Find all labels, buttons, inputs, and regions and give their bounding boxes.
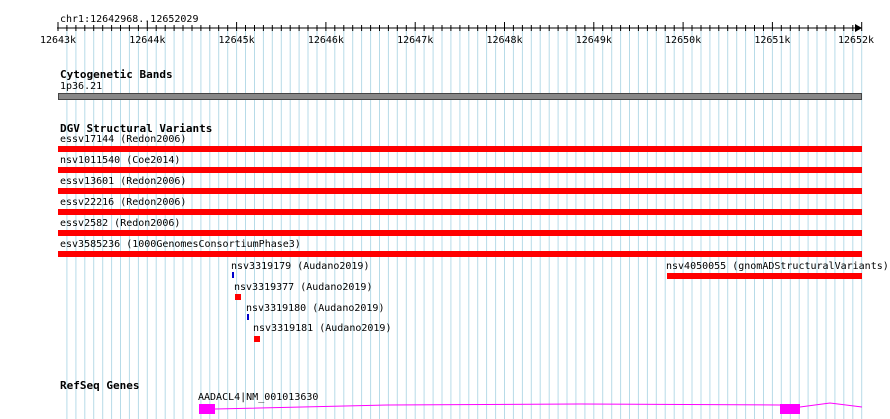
refseq-track-title: RefSeq Genes [60, 379, 140, 392]
ruler-tick-label: 12645k [218, 35, 255, 46]
feature-bar-nsv3319180[interactable] [247, 314, 249, 320]
genome-browser-view[interactable]: chr1:12642968..12652029 12643k 12644k 1264… [0, 0, 890, 419]
feature-label-nsv3319377: nsv3319377 (Audano2019) [234, 282, 373, 293]
feature-label-essv17144: essv17144 (Redon2006) [60, 134, 187, 145]
cytoband-label: 1p36.21 [60, 81, 103, 92]
ruler-tick-label: 12652k [837, 35, 875, 46]
ruler-tick-label: 12647k [397, 35, 434, 46]
gene-exon-2 [780, 404, 800, 414]
feature-bar-essv13601[interactable] [58, 188, 862, 194]
feature-label-nsv3319180: nsv3319180 (Audano2019) [246, 303, 385, 314]
ruler-tick-label: 12646k [307, 35, 344, 46]
feature-label-essv13601: essv13601 (Redon2006) [60, 176, 187, 187]
feature-label-nsv1011540: nsv1011540 (Coe2014) [60, 155, 181, 166]
feature-bar-nsv3319179[interactable] [232, 272, 234, 278]
feature-bar-essv17144[interactable] [58, 146, 862, 152]
feature-label-essv22216: essv22216 (Redon2006) [60, 197, 187, 208]
cytoband-band[interactable] [58, 93, 862, 100]
feature-label-nsv3319179: nsv3319179 (Audano2019) [231, 261, 370, 272]
gene-exon-1 [199, 404, 215, 414]
ruler-axis [57, 22, 863, 32]
feature-bar-nsv3319181[interactable] [254, 336, 260, 342]
ruler-tick-label: 12650k [665, 35, 702, 46]
ruler-tick-label: 12651k [754, 35, 791, 46]
cytoband-track-title: Cytogenetic Bands [60, 68, 173, 81]
ruler-tick-label: 12649k [575, 35, 612, 46]
ruler-tick-label: 12644k [129, 35, 166, 46]
feature-label-nsv3319181: nsv3319181 (Audano2019) [253, 323, 392, 334]
ruler-arrow-icon [855, 24, 862, 32]
feature-bar-nsv4050055[interactable] [667, 273, 862, 279]
feature-bar-esv3585236[interactable] [58, 251, 862, 257]
ruler-tick-label: 12643k [39, 35, 77, 46]
feature-bar-essv2582[interactable] [58, 230, 862, 236]
feature-label-essv2582: essv2582 (Redon2006) [60, 218, 181, 229]
feature-bar-essv22216[interactable] [58, 209, 862, 215]
feature-label-esv3585236: esv3585236 (1000GenomesConsortiumPhase3) [60, 239, 301, 250]
gene-model-aadacl4[interactable] [0, 398, 890, 419]
feature-label-nsv4050055: nsv4050055 (gnomADStructuralVariants) [666, 261, 889, 272]
feature-bar-nsv3319377[interactable] [235, 294, 241, 300]
ruler-tick-label: 12648k [486, 35, 523, 46]
feature-bar-nsv1011540[interactable] [58, 167, 862, 173]
